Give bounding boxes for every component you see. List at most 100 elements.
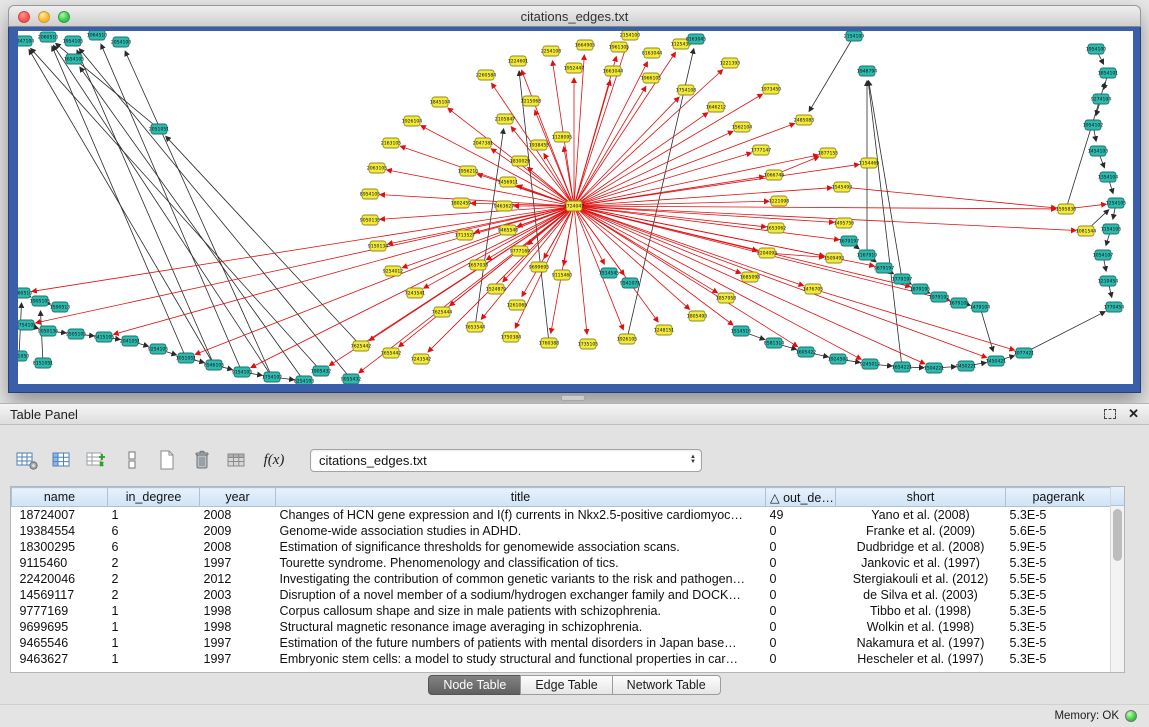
tab-network-table[interactable]: Network Table [612, 675, 721, 695]
graph-edge[interactable] [574, 206, 1076, 231]
table-row[interactable]: 2242004622012Investigating the contribut… [12, 571, 1112, 587]
graph-node[interactable]: 9154103 [232, 367, 253, 377]
graph-edge[interactable] [980, 307, 993, 351]
table-cell[interactable]: 5.3E-5 [1006, 619, 1112, 635]
graph-node[interactable]: 1509493 [824, 253, 845, 263]
graph-node[interactable]: 1679105 [949, 298, 970, 308]
table-cell[interactable]: 1997 [200, 635, 276, 651]
graph-edge[interactable] [574, 52, 675, 206]
table-row[interactable]: 946362711997Embryonic stem cells: a mode… [12, 651, 1112, 667]
table-cell[interactable]: 2 [108, 571, 200, 587]
graph-node[interactable]: 1754102 [262, 372, 283, 382]
graph-node[interactable]: 1590513 [50, 302, 71, 312]
graph-edge[interactable] [574, 206, 861, 359]
graph-edge[interactable] [399, 206, 574, 347]
graph-node[interactable]: 1924504 [828, 354, 849, 364]
table-cell[interactable]: Genome-wide association studies in ADHD. [276, 523, 766, 539]
table-cell[interactable]: 1998 [200, 619, 276, 635]
table-cell[interactable]: 0 [766, 523, 836, 539]
graph-edge[interactable] [574, 55, 584, 206]
graph-node[interactable]: 9465546 [498, 225, 519, 235]
graph-node[interactable]: 1545493 [832, 182, 853, 192]
graph-node[interactable]: 2160510 [18, 288, 32, 298]
table-cell[interactable]: 14569117 [12, 587, 108, 603]
graph-node[interactable]: 2054108 [111, 37, 132, 47]
graph-node[interactable]: 1713527 [455, 230, 476, 240]
graph-edge[interactable] [54, 45, 272, 377]
table-cell[interactable]: Tourette syndrome. Phenomenology and cla… [276, 555, 766, 571]
graph-node[interactable]: 1077421 [1014, 348, 1035, 358]
network-canvas[interactable]: 1724047911546096996959777169946554694636… [18, 31, 1133, 384]
table-cell[interactable]: 0 [766, 555, 836, 571]
table-cell[interactable]: 22420046 [12, 571, 108, 587]
graph-edge[interactable] [1024, 312, 1105, 353]
graph-node[interactable]: 9777169 [510, 246, 531, 256]
table-cell[interactable]: 18300295 [12, 539, 108, 555]
graph-node[interactable]: 7655442 [381, 348, 402, 358]
column-header-out_degree[interactable]: △ out_de… [766, 488, 836, 507]
table-cell[interactable]: 9115460 [12, 555, 108, 571]
graph-node[interactable]: 1261065 [507, 300, 528, 310]
graph-node[interactable]: 1154106 [1101, 224, 1122, 234]
graph-node[interactable]: 9699695 [529, 262, 550, 272]
graph-edge[interactable] [868, 81, 902, 367]
graph-node[interactable]: 1504221 [924, 363, 945, 373]
table-cell[interactable]: Wolkin et al. (1998) [836, 619, 1006, 635]
table-cell[interactable]: 5.3E-5 [1006, 555, 1112, 571]
graph-node[interactable]: 2485083 [794, 115, 815, 125]
table-cell[interactable]: 0 [766, 603, 836, 619]
column-header-year[interactable]: year [200, 488, 276, 507]
table-cell[interactable]: 0 [766, 539, 836, 555]
network-window-titlebar[interactable]: citations_edges.txt [8, 5, 1141, 27]
table-cell[interactable]: 1 [108, 651, 200, 667]
table-cell[interactable]: 19384554 [12, 523, 108, 539]
table-cell[interactable]: 2012 [200, 571, 276, 587]
graph-node[interactable]: 1605422 [796, 347, 817, 357]
graph-node[interactable]: 7243542 [411, 354, 432, 364]
graph-node[interactable]: 1495756 [834, 218, 855, 228]
graph-node[interactable]: 2204093 [757, 248, 778, 258]
graph-node[interactable]: 1779197 [892, 274, 913, 284]
table-cell[interactable]: 1997 [200, 555, 276, 571]
column-header-pagerank[interactable]: pagerank [1006, 488, 1112, 507]
table-selector-dropdown[interactable]: citations_edges.txt ▲ ▼ [310, 449, 702, 472]
table-cell[interactable]: 49 [766, 507, 836, 523]
graph-node[interactable]: 1476705 [803, 284, 824, 294]
graph-node[interactable]: 8954105 [360, 189, 381, 199]
new-table-icon[interactable] [154, 447, 180, 473]
graph-node[interactable]: 8581314 [764, 338, 785, 348]
graph-node[interactable]: 1054107 [1093, 250, 1114, 260]
graph-node[interactable]: 1926104 [402, 116, 423, 126]
select-columns-icon[interactable] [49, 447, 75, 473]
table-cell[interactable]: 5.3E-5 [1006, 507, 1112, 523]
table-row[interactable]: 977716911998Corpus callosum shape and si… [12, 603, 1112, 619]
import-table-icon[interactable] [224, 447, 250, 473]
graph-node[interactable]: 1524879 [486, 284, 507, 294]
table-cell[interactable]: 6 [108, 539, 200, 555]
graph-node[interactable]: 9463627 [494, 201, 515, 211]
graph-node[interactable]: 1595836 [1056, 204, 1077, 214]
row-height-icon[interactable] [119, 447, 145, 473]
graph-node[interactable]: 1777147 [751, 145, 772, 155]
graph-node[interactable]: 1954100 [1086, 44, 1107, 54]
graph-node[interactable]: 1081544 [1076, 226, 1097, 236]
graph-node[interactable]: 1966105 [641, 73, 662, 83]
graph-node[interactable]: 1654105 [64, 54, 85, 64]
graph-node[interactable]: 2260584 [476, 70, 497, 80]
graph-edge[interactable] [40, 311, 43, 363]
graph-node[interactable]: 1248151 [654, 325, 675, 335]
graph-node[interactable]: 1254105 [1106, 198, 1127, 208]
minimize-window-button[interactable] [38, 11, 50, 23]
graph-node[interactable]: 9450221 [956, 361, 977, 371]
graph-node[interactable]: 2051051 [149, 124, 170, 134]
graph-node[interactable]: 1064510 [87, 31, 108, 40]
graph-node[interactable]: 9055432 [341, 374, 362, 384]
table-cell[interactable]: 0 [766, 619, 836, 635]
table-cell[interactable]: Dudbridge et al. (2008) [836, 539, 1006, 555]
graph-node[interactable]: 1973450 [761, 84, 782, 94]
graph-node[interactable]: 1479104 [970, 302, 991, 312]
table-cell[interactable]: 2008 [200, 539, 276, 555]
graph-node[interactable]: 1224601 [508, 56, 529, 66]
table-cell[interactable]: 5.9E-5 [1006, 539, 1112, 555]
graph-node[interactable]: 2047381 [473, 138, 494, 148]
